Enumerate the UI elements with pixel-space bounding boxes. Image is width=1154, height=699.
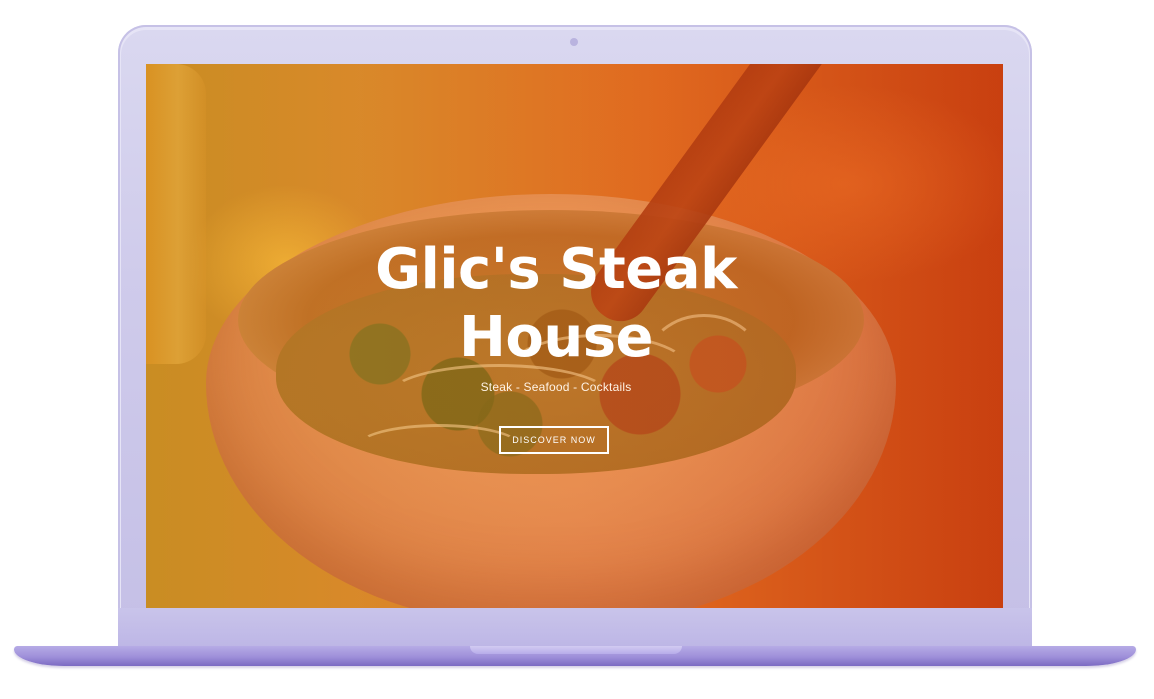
laptop-chin — [118, 608, 1032, 648]
hero-title-line-2: House — [458, 305, 654, 370]
hero-title-line-1: Glic's Steak — [375, 237, 737, 302]
hero-section: Glic's Steak House Steak - Seafood - Coc… — [146, 64, 1003, 608]
hero-subtitle: Steak - Seafood - Cocktails — [480, 380, 632, 394]
laptop-base-notch — [470, 646, 682, 654]
camera-dot — [570, 38, 578, 46]
laptop-screen: Glic's Steak House Steak - Seafood - Coc… — [146, 64, 1003, 608]
device-mockup: Glic's Steak House Steak - Seafood - Coc… — [0, 0, 1154, 699]
hero-title: Glic's Steak House — [146, 236, 966, 372]
discover-now-button[interactable]: DISCOVER NOW — [499, 426, 609, 454]
